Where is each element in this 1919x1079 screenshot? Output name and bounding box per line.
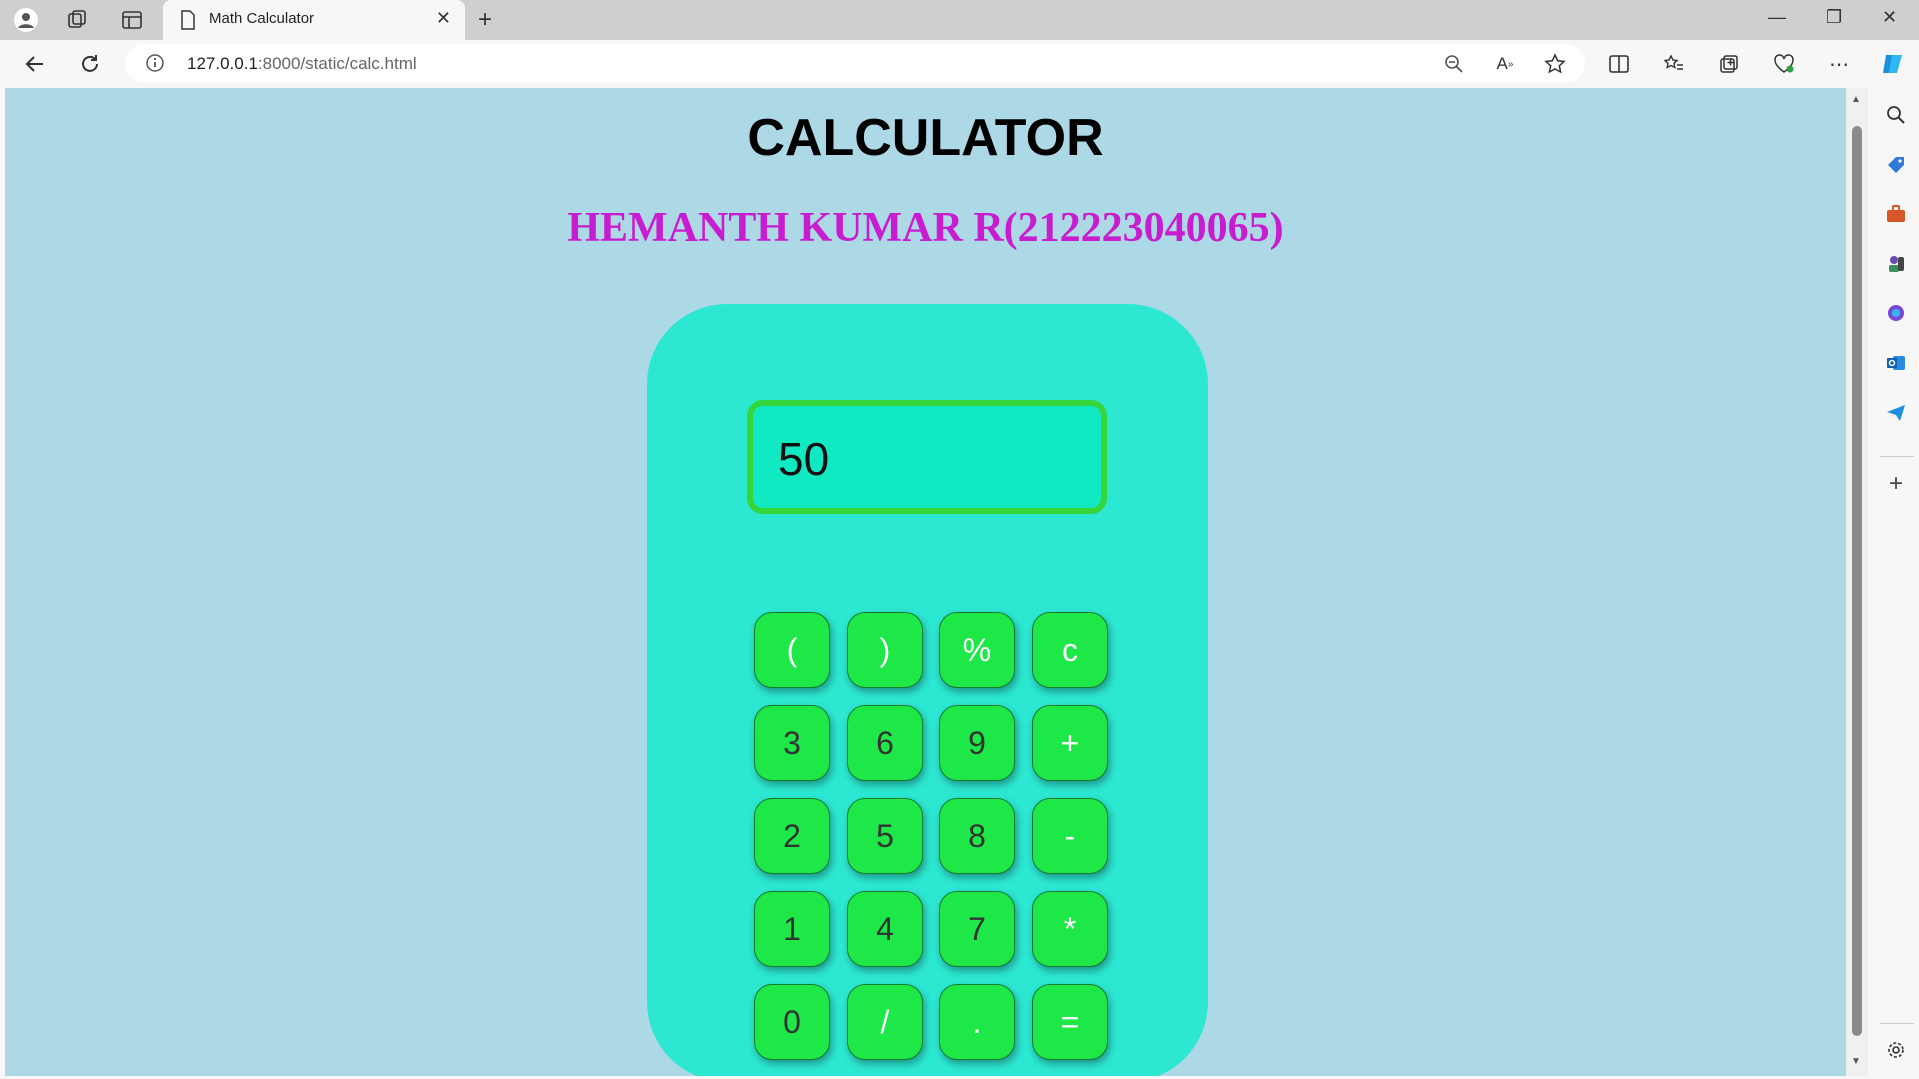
digit-1-button[interactable]: 1 xyxy=(754,891,830,967)
browser-titlebar: Math Calculator ✕ + — ❐ ✕ xyxy=(0,0,1919,40)
edge-sidebar: + xyxy=(1874,88,1919,1079)
percent-button[interactable]: % xyxy=(939,612,1015,688)
page-title: CALCULATOR xyxy=(747,109,1104,167)
digit-9-button[interactable]: 9 xyxy=(939,705,1015,781)
add-sidebar-app-icon[interactable]: + xyxy=(1883,470,1909,497)
digit-4-button[interactable]: 4 xyxy=(847,891,923,967)
clear-button[interactable]: c xyxy=(1032,612,1108,688)
collections-icon[interactable] xyxy=(1714,50,1744,78)
split-screen-icon[interactable] xyxy=(1604,50,1634,78)
refresh-icon[interactable] xyxy=(75,50,105,78)
page-viewport: CALCULATOR HEMANTH KUMAR R(212223040065)… xyxy=(5,88,1846,1076)
microsoft365-icon[interactable] xyxy=(1883,300,1909,326)
browser-essentials-icon[interactable] xyxy=(1769,50,1799,78)
navigation-bar: 127.0.0.1:8000/static/calc.html A» ⋯ xyxy=(0,40,1919,88)
new-tab-icon[interactable]: + xyxy=(478,6,492,34)
digit-0-button[interactable]: 0 xyxy=(754,984,830,1060)
sidebar-settings-gear-icon[interactable] xyxy=(1883,1037,1909,1063)
outlook-icon[interactable] xyxy=(1883,350,1909,376)
digit-3-button[interactable]: 3 xyxy=(754,705,830,781)
shopping-tag-icon[interactable] xyxy=(1883,152,1909,178)
close-paren-button[interactable]: ) xyxy=(847,612,923,688)
url-text[interactable]: 127.0.0.1:8000/static/calc.html xyxy=(187,54,417,74)
close-window-icon[interactable]: ✕ xyxy=(1882,7,1897,28)
address-bar[interactable]: 127.0.0.1:8000/static/calc.html xyxy=(125,44,1585,82)
display-value: 50 xyxy=(778,433,830,485)
scroll-thumb[interactable] xyxy=(1852,126,1862,1036)
workspaces-icon[interactable] xyxy=(63,6,91,34)
multiply-button[interactable]: * xyxy=(1032,891,1108,967)
equals-button[interactable]: = xyxy=(1032,984,1108,1060)
open-paren-button[interactable]: ( xyxy=(754,612,830,688)
tools-briefcase-icon[interactable] xyxy=(1883,201,1909,227)
tab-title: Math Calculator xyxy=(209,10,315,27)
calculator-display[interactable]: 50 xyxy=(747,400,1107,514)
digit-6-button[interactable]: 6 xyxy=(847,705,923,781)
page-scrollbar[interactable]: ▲ ▼ xyxy=(1846,88,1868,1076)
sidebar-divider-bottom xyxy=(1880,1023,1914,1024)
minus-button[interactable]: - xyxy=(1032,798,1108,874)
minimize-icon[interactable]: — xyxy=(1768,7,1786,28)
tab-close-icon[interactable]: ✕ xyxy=(436,8,451,29)
scroll-down-icon[interactable]: ▼ xyxy=(1851,1056,1861,1067)
plus-button[interactable]: + xyxy=(1032,705,1108,781)
copilot-icon[interactable] xyxy=(1878,50,1908,78)
scroll-up-icon[interactable]: ▲ xyxy=(1851,94,1861,105)
decimal-button[interactable]: . xyxy=(939,984,1015,1060)
more-options-icon[interactable]: ⋯ xyxy=(1824,50,1854,78)
profile-icon[interactable] xyxy=(12,6,40,34)
sidebar-search-icon[interactable] xyxy=(1883,102,1909,128)
vertical-tabs-icon[interactable] xyxy=(118,6,146,34)
active-tab[interactable]: Math Calculator ✕ xyxy=(163,0,465,40)
divide-button[interactable]: / xyxy=(847,984,923,1060)
digit-8-button[interactable]: 8 xyxy=(939,798,1015,874)
page-icon xyxy=(180,10,196,35)
calculator-body: 50 ( ) % c 3 6 9 + 2 5 8 - 1 4 7 * 0 / .… xyxy=(647,304,1208,1076)
favorites-icon[interactable] xyxy=(1659,50,1689,78)
send-icon[interactable] xyxy=(1883,400,1909,426)
digit-2-button[interactable]: 2 xyxy=(754,798,830,874)
back-icon[interactable] xyxy=(20,50,50,78)
read-aloud-icon[interactable]: A» xyxy=(1490,50,1520,78)
sidebar-divider xyxy=(1880,456,1914,457)
page-subtitle: HEMANTH KUMAR R(212223040065) xyxy=(567,205,1284,251)
digit-5-button[interactable]: 5 xyxy=(847,798,923,874)
digit-7-button[interactable]: 7 xyxy=(939,891,1015,967)
zoom-out-icon[interactable] xyxy=(1439,50,1469,78)
site-info-icon[interactable] xyxy=(145,53,165,78)
games-icon[interactable] xyxy=(1883,251,1909,277)
favorite-star-icon[interactable] xyxy=(1540,50,1570,78)
restore-icon[interactable]: ❐ xyxy=(1826,7,1842,28)
